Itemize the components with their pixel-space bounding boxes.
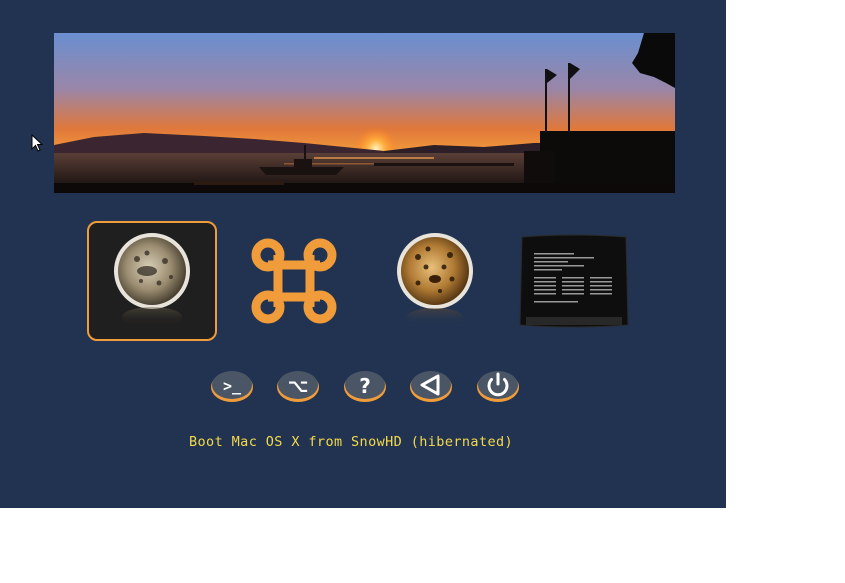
terminal-screen-icon: [519, 234, 629, 328]
shell-glyph: >_: [223, 377, 242, 395]
power-icon: [477, 371, 519, 402]
boot-entry-terminal[interactable]: [509, 221, 639, 341]
boot-entry-leopard[interactable]: [370, 221, 500, 341]
help-icon: ?: [344, 371, 386, 402]
back-button[interactable]: [408, 368, 454, 404]
back-triangle-icon: [410, 371, 452, 402]
banner-image: [54, 33, 675, 193]
shutdown-button[interactable]: [475, 368, 521, 404]
snow-leopard-icon: [114, 233, 190, 327]
boot-entry-command[interactable]: [229, 221, 359, 341]
options-button[interactable]: ⌥: [275, 368, 321, 404]
boot-status-text: Boot Mac OS X from SnowHD (hibernated): [189, 434, 514, 450]
boot-entry-snow-leopard[interactable]: [87, 221, 217, 341]
shell-button[interactable]: >_: [209, 368, 255, 404]
option-key-icon: ⌥: [277, 371, 319, 402]
shell-icon: >_: [211, 371, 253, 402]
boot-screen: >_ ⌥ ? Boot Mac OS X from SnowHD (hibern…: [0, 0, 726, 508]
options-glyph: ⌥: [288, 376, 309, 397]
command-key-icon: [251, 238, 337, 324]
help-button[interactable]: ?: [342, 368, 388, 404]
leopard-icon: [397, 233, 473, 326]
help-glyph: ?: [359, 374, 371, 398]
mouse-cursor-icon: [31, 134, 43, 152]
